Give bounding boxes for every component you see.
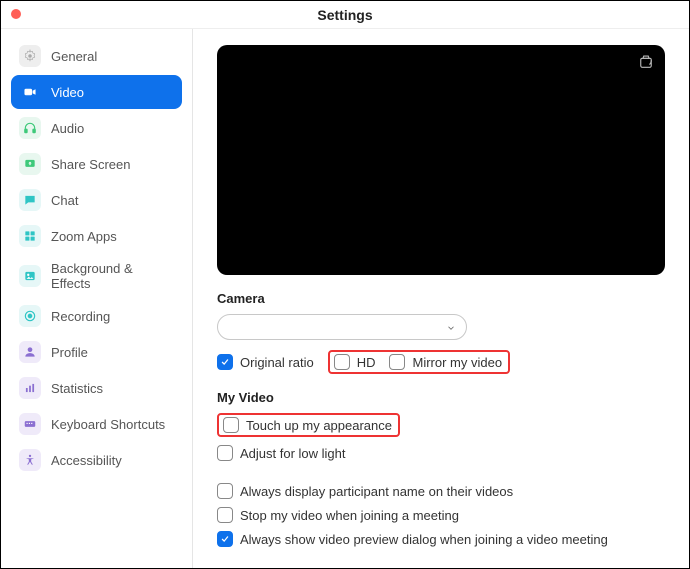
video-preview: [217, 45, 665, 275]
sidebar-item-share-screen[interactable]: Share Screen: [11, 147, 182, 181]
checkbox-label: Touch up my appearance: [246, 418, 392, 433]
chevron-down-icon: [446, 321, 456, 331]
checkbox-show-participant-names[interactable]: Always display participant name on their…: [217, 483, 665, 499]
highlight-hd-mirror: HD Mirror my video: [328, 350, 510, 374]
checkbox-label: Original ratio: [240, 355, 314, 370]
sidebar-item-label: Chat: [51, 193, 78, 208]
sidebar-item-label: Video: [51, 85, 84, 100]
accessibility-icon: [19, 449, 41, 471]
titlebar: Settings: [1, 1, 689, 29]
close-window-button[interactable]: [11, 9, 21, 19]
video-camera-icon: [19, 81, 41, 103]
checkbox-label: HD: [357, 355, 376, 370]
checkbox-box: [217, 483, 233, 499]
background-icon: [19, 265, 41, 287]
sidebar-item-video[interactable]: Video: [11, 75, 182, 109]
checkbox-box: [217, 507, 233, 523]
profile-icon: [19, 341, 41, 363]
sidebar-item-label: Recording: [51, 309, 110, 324]
sidebar-item-label: Statistics: [51, 381, 103, 396]
checkbox-box: [217, 354, 233, 370]
sidebar-item-accessibility[interactable]: Accessibility: [11, 443, 182, 477]
checkbox-mirror-video[interactable]: Mirror my video: [389, 354, 502, 370]
gear-icon: [19, 45, 41, 67]
checkbox-show-preview-dialog[interactable]: Always show video preview dialog when jo…: [217, 531, 665, 547]
recording-icon: [19, 305, 41, 327]
apps-icon: [19, 225, 41, 247]
statistics-icon: [19, 377, 41, 399]
chat-icon: [19, 189, 41, 211]
settings-sidebar: General Video Audio Share Screen: [1, 29, 193, 568]
checkbox-label: Stop my video when joining a meeting: [240, 508, 459, 523]
window-controls: [11, 9, 21, 19]
sidebar-item-keyboard-shortcuts[interactable]: Keyboard Shortcuts: [11, 407, 182, 441]
settings-panel-video: Camera Original ratio HD: [193, 29, 689, 568]
checkbox-label: Always show video preview dialog when jo…: [240, 532, 608, 547]
checkbox-box: [217, 531, 233, 547]
window-body: General Video Audio Share Screen: [1, 29, 689, 568]
settings-window: Settings General Video Audio: [0, 0, 690, 569]
rotate-camera-icon[interactable]: [637, 53, 655, 74]
checkbox-box: [389, 354, 405, 370]
sidebar-item-zoom-apps[interactable]: Zoom Apps: [11, 219, 182, 253]
checkbox-hd[interactable]: HD: [334, 354, 376, 370]
my-video-options: Touch up my appearance Adjust for low li…: [217, 413, 665, 461]
sidebar-item-recording[interactable]: Recording: [11, 299, 182, 333]
sidebar-item-label: Audio: [51, 121, 84, 136]
camera-select[interactable]: [217, 314, 467, 340]
checkbox-label: Adjust for low light: [240, 446, 346, 461]
my-video-heading: My Video: [217, 390, 665, 405]
other-options: Always display participant name on their…: [217, 483, 665, 547]
keyboard-icon: [19, 413, 41, 435]
sidebar-item-label: Share Screen: [51, 157, 131, 172]
checkbox-label: Mirror my video: [412, 355, 502, 370]
checkbox-touch-up-appearance[interactable]: Touch up my appearance: [223, 417, 392, 433]
checkbox-box: [334, 354, 350, 370]
highlight-touchup: Touch up my appearance: [217, 413, 400, 437]
sidebar-item-label: Background & Effects: [51, 261, 174, 291]
checkbox-adjust-low-light[interactable]: Adjust for low light: [217, 445, 665, 461]
checkbox-label: Always display participant name on their…: [240, 484, 513, 499]
share-screen-icon: [19, 153, 41, 175]
sidebar-item-profile[interactable]: Profile: [11, 335, 182, 369]
window-title: Settings: [1, 7, 689, 23]
checkbox-original-ratio[interactable]: Original ratio: [217, 354, 314, 370]
checkbox-box: [223, 417, 239, 433]
sidebar-item-label: Keyboard Shortcuts: [51, 417, 165, 432]
sidebar-item-general[interactable]: General: [11, 39, 182, 73]
headphones-icon: [19, 117, 41, 139]
camera-options-row: Original ratio HD Mirror my video: [217, 350, 665, 374]
checkbox-box: [217, 445, 233, 461]
sidebar-item-audio[interactable]: Audio: [11, 111, 182, 145]
sidebar-item-label: Zoom Apps: [51, 229, 117, 244]
checkbox-stop-video-on-join[interactable]: Stop my video when joining a meeting: [217, 507, 665, 523]
sidebar-item-statistics[interactable]: Statistics: [11, 371, 182, 405]
sidebar-item-label: Profile: [51, 345, 88, 360]
sidebar-item-chat[interactable]: Chat: [11, 183, 182, 217]
sidebar-item-label: Accessibility: [51, 453, 122, 468]
sidebar-item-background-effects[interactable]: Background & Effects: [11, 255, 182, 297]
camera-heading: Camera: [217, 291, 665, 306]
sidebar-item-label: General: [51, 49, 97, 64]
